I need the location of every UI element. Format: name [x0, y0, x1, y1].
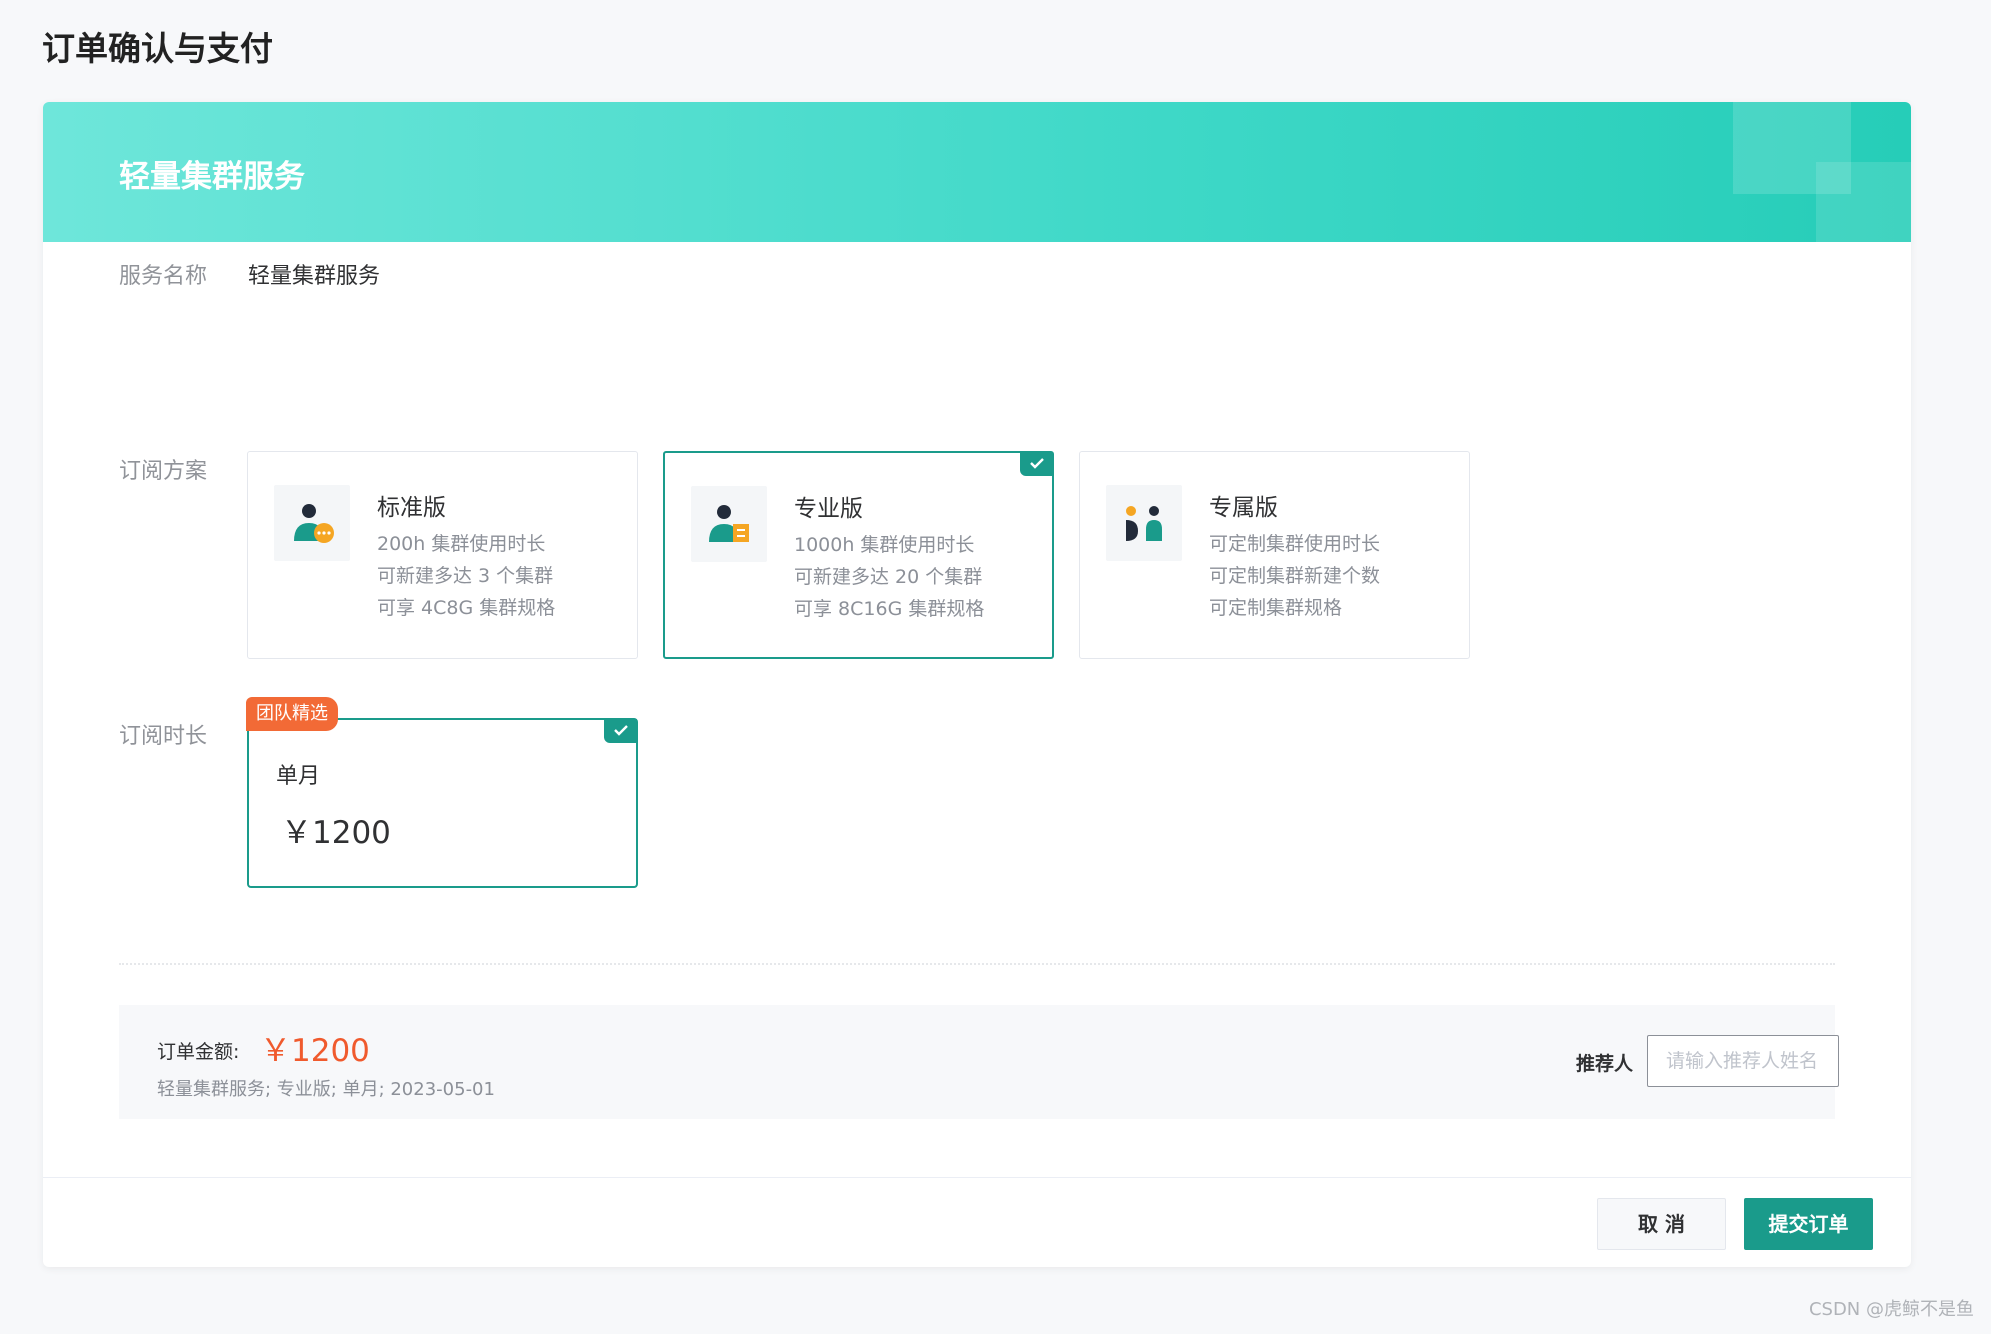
referrer-label: 推荐人: [1576, 1053, 1634, 1075]
duration-card-monthly[interactable]: 单月 ￥1200: [247, 718, 638, 888]
plan-feature: 可新建多达 20 个集群: [794, 566, 983, 588]
plan-feature: 可定制集群新建个数: [1209, 565, 1381, 587]
referrer-input[interactable]: [1647, 1035, 1839, 1087]
plan-card-dedicated[interactable]: 专属版 可定制集群使用时长 可定制集群新建个数 可定制集群规格: [1079, 451, 1470, 659]
plan-feature: 1000h 集群使用时长: [794, 534, 975, 556]
plan-card-standard[interactable]: 标准版 200h 集群使用时长 可新建多达 3 个集群 可享 4C8G 集群规格: [247, 451, 638, 659]
banner-decoration: [1816, 162, 1911, 242]
plan-name: 专属版: [1209, 495, 1278, 521]
two-users-icon: [1106, 485, 1182, 561]
plan-feature: 可新建多达 3 个集群: [377, 565, 554, 587]
subscription-plan-label: 订阅方案: [119, 459, 208, 484]
cancel-button[interactable]: 取 消: [1597, 1198, 1726, 1250]
service-name-value: 轻量集群服务: [248, 264, 381, 289]
plan-feature: 200h 集群使用时长: [377, 533, 546, 555]
plan-name: 标准版: [377, 495, 446, 521]
divider: [119, 963, 1835, 965]
banner-title: 轻量集群服务: [119, 159, 305, 195]
plan-feature: 可定制集群规格: [1209, 597, 1343, 619]
order-amount: ￥1200: [260, 1033, 370, 1069]
duration-price: ￥1200: [281, 815, 391, 851]
user-chat-icon: [274, 485, 350, 561]
page-title: 订单确认与支付: [42, 29, 273, 68]
plan-name: 专业版: [794, 496, 863, 522]
order-card: 轻量集群服务 服务名称 轻量集群服务 订阅方案 标准版 200h 集群使用时长 …: [43, 102, 1911, 1267]
watermark: CSDN @虎鲸不是鱼: [1808, 1299, 1974, 1320]
subscription-duration-label: 订阅时长: [119, 724, 208, 749]
service-name-label: 服务名称: [119, 264, 208, 289]
plan-card-professional[interactable]: 专业版 1000h 集群使用时长 可新建多达 20 个集群 可享 8C16G 集…: [663, 451, 1054, 659]
plan-feature: 可定制集群使用时长: [1209, 533, 1381, 555]
order-amount-label: 订单金额:: [157, 1041, 240, 1063]
footer-divider: [43, 1177, 1911, 1178]
team-choice-badge: 团队精选: [246, 697, 338, 731]
plan-feature: 可享 4C8G 集群规格: [377, 597, 556, 619]
selected-check-icon: [1020, 452, 1053, 476]
plan-feature: 可享 8C16G 集群规格: [794, 598, 985, 620]
order-description: 轻量集群服务; 专业版; 单月; 2023-05-01: [157, 1079, 495, 1100]
service-banner: 轻量集群服务: [43, 102, 1911, 242]
user-document-icon: [691, 486, 767, 562]
duration-name: 单月: [276, 764, 321, 789]
selected-check-icon: [604, 719, 637, 743]
order-summary: 订单金额: ￥1200 轻量集群服务; 专业版; 单月; 2023-05-01 …: [119, 1005, 1839, 1119]
submit-order-button[interactable]: 提交订单: [1744, 1198, 1873, 1250]
